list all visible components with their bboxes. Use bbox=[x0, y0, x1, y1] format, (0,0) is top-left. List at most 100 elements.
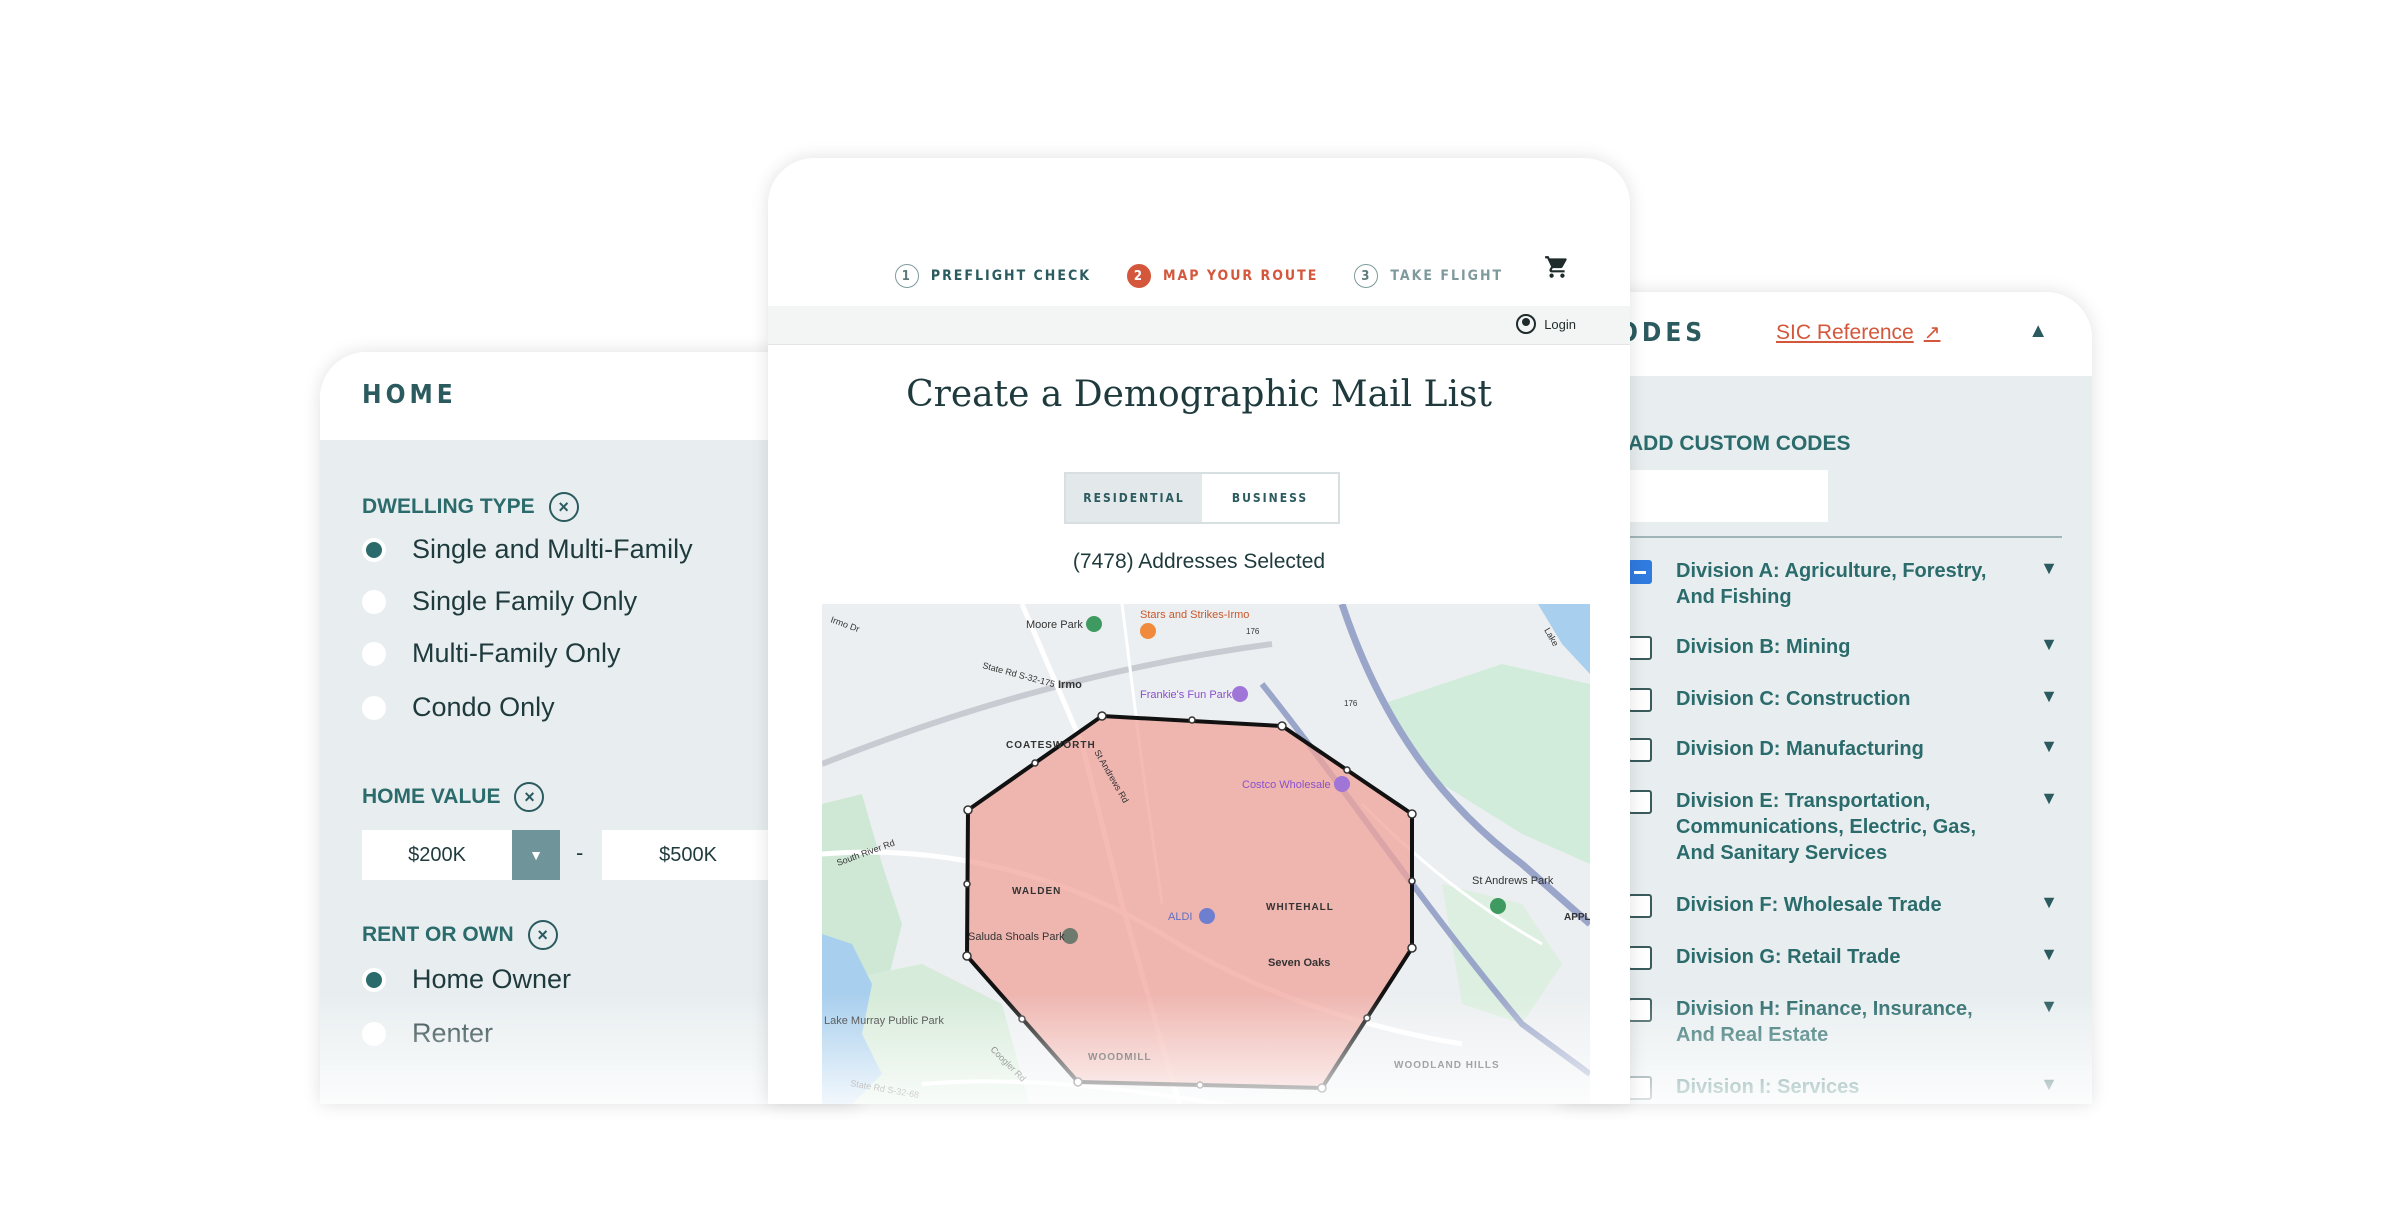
progress-stepper: 1 PREFLIGHT CHECK 2 MAP YOUR ROUTE 3 TAK… bbox=[768, 256, 1630, 296]
rent-option-0[interactable]: Home Owner bbox=[362, 964, 571, 995]
map-label: 176 bbox=[1246, 627, 1260, 636]
login-link[interactable]: Login bbox=[1516, 314, 1576, 334]
division-row-h[interactable]: Division H: Finance, Insurance, And Real… bbox=[1628, 996, 2058, 1048]
division-checkbox[interactable] bbox=[1628, 894, 1652, 918]
dwelling-option-2[interactable]: Multi-Family Only bbox=[362, 638, 621, 669]
tab-residential[interactable]: RESIDENTIAL bbox=[1066, 474, 1202, 522]
division-label: Division B: Mining bbox=[1676, 636, 1851, 658]
division-row-a[interactable]: Division A: Agriculture, Forestry, And F… bbox=[1628, 558, 2058, 610]
division-row-c[interactable]: Division C: Construction ▼ bbox=[1628, 686, 2058, 712]
chevron-down-icon[interactable]: ▼ bbox=[2040, 788, 2058, 809]
division-label: Division A: Agriculture, Forestry, And F… bbox=[1676, 560, 1987, 608]
division-checkbox-partial[interactable] bbox=[1628, 560, 1652, 584]
poi-marker[interactable] bbox=[1334, 776, 1350, 792]
division-row-f[interactable]: Division F: Wholesale Trade ▼ bbox=[1628, 892, 2058, 918]
rent-own-label: RENT OR OWN × bbox=[362, 920, 558, 950]
radio-unselected[interactable] bbox=[362, 1021, 386, 1046]
chevron-up-icon[interactable]: ▲ bbox=[2028, 320, 2048, 343]
step-number: 3 bbox=[1354, 264, 1379, 288]
home-value-min: $200K bbox=[408, 843, 466, 866]
map-label: COATESWORTH bbox=[1006, 740, 1096, 751]
map-label: 176 bbox=[1344, 699, 1358, 708]
page-title: Create a Demographic Mail List bbox=[906, 374, 1492, 415]
tab-business[interactable]: BUSINESS bbox=[1202, 474, 1338, 522]
home-value-label: HOME VALUE × bbox=[362, 782, 545, 812]
division-checkbox[interactable] bbox=[1628, 1076, 1652, 1100]
division-row-b[interactable]: Division B: Mining ▼ bbox=[1628, 634, 2058, 660]
external-link-icon: ↗ bbox=[1923, 322, 1941, 344]
chevron-down-icon[interactable]: ▼ bbox=[2040, 996, 2058, 1017]
dwelling-option-3[interactable]: Condo Only bbox=[362, 692, 555, 723]
route-map[interactable]: Moore Park Stars and Strikes-Irmo Irmo F… bbox=[822, 604, 1590, 1104]
chevron-down-icon[interactable]: ▼ bbox=[2040, 558, 2058, 579]
division-checkbox[interactable] bbox=[1628, 636, 1652, 660]
division-checkbox[interactable] bbox=[1628, 738, 1652, 762]
chevron-down-icon[interactable]: ▼ bbox=[512, 830, 560, 880]
division-label: Division E: Transportation, Communicatio… bbox=[1676, 790, 1977, 864]
division-row-d[interactable]: Division D: Manufacturing ▼ bbox=[1628, 736, 2058, 762]
poi-marker[interactable] bbox=[1199, 908, 1215, 924]
division-row-g[interactable]: Division G: Retail Trade ▼ bbox=[1628, 944, 2058, 970]
chevron-down-icon[interactable]: ▼ bbox=[2040, 1074, 2058, 1095]
dwelling-option-label: Condo Only bbox=[412, 692, 555, 722]
dwelling-type-label: DWELLING TYPE × bbox=[362, 492, 579, 522]
radio-unselected[interactable] bbox=[362, 695, 386, 720]
radio-selected[interactable] bbox=[362, 537, 386, 562]
home-value-text: HOME VALUE bbox=[362, 785, 501, 808]
map-label: Stars and Strikes-Irmo bbox=[1140, 609, 1249, 621]
poi-marker[interactable] bbox=[1140, 623, 1156, 639]
rent-own-text: RENT OR OWN bbox=[362, 923, 514, 946]
radio-unselected[interactable] bbox=[362, 641, 386, 666]
division-row-i[interactable]: Division I: Services ▼ bbox=[1628, 1074, 2058, 1100]
step-map-your-route[interactable]: 2 MAP YOUR ROUTE bbox=[1126, 256, 1319, 296]
dwelling-option-1[interactable]: Single Family Only bbox=[362, 586, 637, 617]
rent-option-1[interactable]: Renter bbox=[362, 1018, 493, 1049]
clear-dwelling-icon[interactable]: × bbox=[548, 492, 579, 522]
rent-option-label: Renter bbox=[412, 1018, 494, 1048]
sic-card-header[interactable]: SIC CODES SIC Reference ↗ ▲ bbox=[1560, 292, 2092, 376]
map-label: APPL bbox=[1564, 912, 1590, 923]
divider bbox=[1628, 536, 2062, 538]
division-checkbox[interactable] bbox=[1628, 790, 1652, 814]
poi-marker[interactable] bbox=[1232, 686, 1248, 702]
chevron-down-icon[interactable]: ▼ bbox=[2040, 944, 2058, 965]
map-canvas[interactable]: Moore Park Stars and Strikes-Irmo Irmo F… bbox=[822, 604, 1590, 1104]
clear-rent-own-icon[interactable]: × bbox=[527, 920, 558, 950]
step-take-flight[interactable]: 3 TAKE FLIGHT bbox=[1354, 256, 1503, 296]
map-label: Irmo bbox=[1058, 679, 1082, 691]
division-checkbox[interactable] bbox=[1628, 998, 1652, 1022]
custom-codes-label: ADD CUSTOM CODES bbox=[1628, 432, 1851, 455]
park-marker[interactable] bbox=[1086, 616, 1102, 632]
park-marker[interactable] bbox=[1490, 898, 1506, 914]
sic-reference-link[interactable]: SIC Reference ↗ bbox=[1776, 320, 1941, 345]
dwelling-option-label: Single and Multi-Family bbox=[412, 534, 693, 564]
map-label: WHITEHALL bbox=[1266, 902, 1334, 913]
sic-reference-text: SIC Reference bbox=[1776, 320, 1914, 344]
chevron-down-icon[interactable]: ▼ bbox=[2040, 686, 2058, 707]
map-label: Seven Oaks bbox=[1268, 957, 1330, 969]
chevron-down-icon[interactable]: ▼ bbox=[2040, 736, 2058, 757]
clear-home-value-icon[interactable]: × bbox=[514, 782, 545, 812]
cart-icon[interactable] bbox=[1544, 254, 1570, 287]
map-label: St Andrews Park bbox=[1472, 875, 1554, 887]
radio-unselected[interactable] bbox=[362, 589, 386, 614]
home-value-min-select[interactable]: $200K ▼ bbox=[362, 830, 560, 880]
step-label: MAP YOUR ROUTE bbox=[1162, 268, 1319, 284]
rent-option-label: Home Owner bbox=[412, 964, 572, 994]
sic-codes-card: SIC CODES SIC Reference ↗ ▲ ADD CUSTOM C… bbox=[1560, 292, 2092, 1104]
dwelling-option-0[interactable]: Single and Multi-Family bbox=[362, 534, 693, 565]
chevron-down-icon[interactable]: ▼ bbox=[2040, 892, 2058, 913]
audience-toggle: RESIDENTIAL BUSINESS bbox=[1064, 472, 1340, 524]
map-label: Lake Murray Public Park bbox=[824, 1015, 944, 1027]
login-bar: Login bbox=[768, 306, 1630, 345]
division-checkbox[interactable] bbox=[1628, 688, 1652, 712]
map-label: Moore Park bbox=[1026, 619, 1083, 631]
division-checkbox[interactable] bbox=[1628, 946, 1652, 970]
map-label: Frankie's Fun Park bbox=[1140, 689, 1232, 701]
division-row-e[interactable]: Division E: Transportation, Communicatio… bbox=[1628, 788, 2058, 866]
chevron-down-icon[interactable]: ▼ bbox=[2040, 634, 2058, 655]
radio-selected[interactable] bbox=[362, 967, 386, 992]
step-preflight-check[interactable]: 1 PREFLIGHT CHECK bbox=[894, 256, 1091, 296]
division-label: Division H: Finance, Insurance, And Real… bbox=[1676, 998, 1973, 1046]
map-label: Costco Wholesale bbox=[1242, 779, 1331, 791]
